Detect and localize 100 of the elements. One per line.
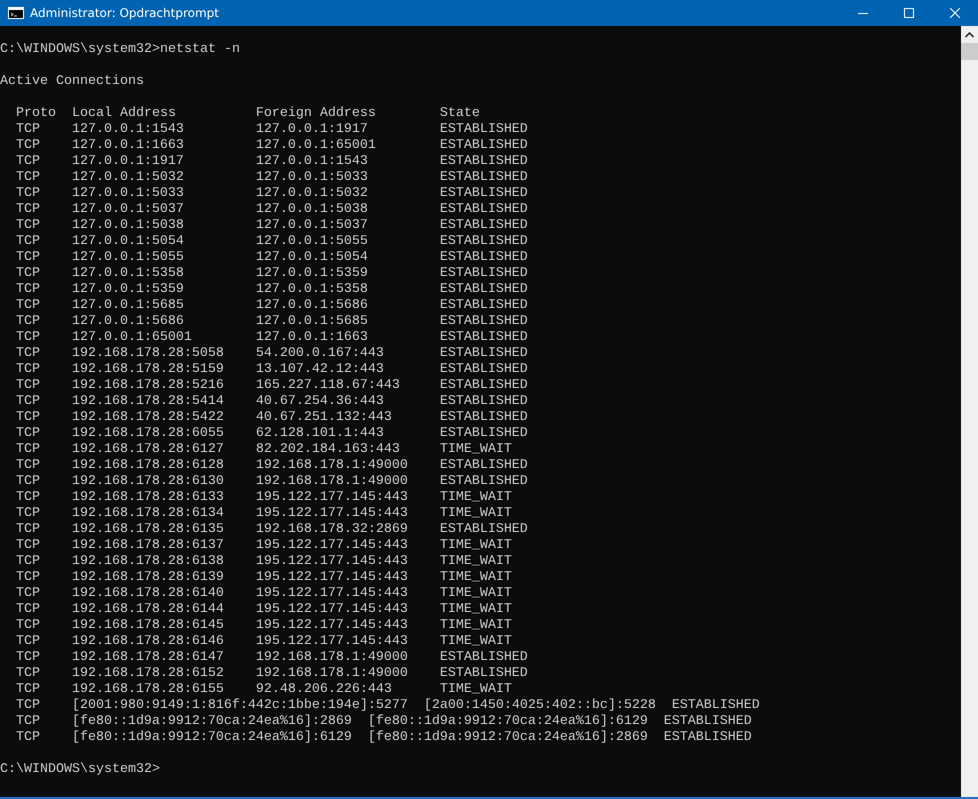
section-heading: Active Connections [0,74,144,90]
table-cell: ESTABLISHED [440,362,528,378]
table-cell-text: TCP [16,490,41,506]
table-cell-text: 192.168.178.28:6140 [72,586,225,602]
table-cell-text: 127.0.0.1:5055 [256,234,369,250]
table-cell-text: 92.48.206.226:443 [256,682,393,698]
table-cell: ESTABLISHED [440,474,528,490]
table-cell-text: 192.168.178.28:6128 [72,458,225,474]
table-cell: ESTABLISHED [672,698,760,714]
table-cell: ESTABLISHED [440,218,528,234]
table-cell-text: TCP [16,618,41,634]
table-cell-text: 127.0.0.1:5033 [72,186,185,202]
column-header: Proto [16,106,56,122]
table-cell-text: 127.0.0.1:5054 [72,234,185,250]
table-cell: ESTABLISHED [440,394,528,410]
table-cell-text: TCP [16,154,41,170]
table-cell-text: 127.0.0.1:1663 [256,330,369,346]
table-cell-text: 192.168.178.28:5058 [72,346,225,362]
table-cell-text: 192.168.178.28:5216 [72,378,225,394]
table-cell: [fe80::1d9a:9912:70ca:24ea%16]:6129 [72,730,352,746]
table-cell-text: 127.0.0.1:5359 [256,266,369,282]
table-cell-text: 127.0.0.1:5038 [72,218,185,234]
table-cell: ESTABLISHED [440,378,528,394]
table-cell-text: 40.67.254.36:443 [256,394,385,410]
table-cell-text: 127.0.0.1:5033 [256,170,369,186]
table-cell-text: 192.168.178.28:6134 [72,506,225,522]
table-cell-text: TCP [16,250,41,266]
table-cell: ESTABLISHED [440,202,528,218]
table-cell-text: 127.0.0.1:5037 [256,218,369,234]
table-cell-text: 192.168.178.28:5414 [72,394,225,410]
table-cell-text: 192.168.178.28:6152 [72,666,225,682]
table-cell-text: 13.107.42.12:443 [256,362,385,378]
table-cell-text: 192.168.178.28:6138 [72,554,225,570]
scrollbar[interactable] [961,26,978,797]
table-cell: TIME_WAIT [440,538,512,554]
table-cell-text: 192.168.178.28:6145 [72,618,225,634]
table-cell-text: 127.0.0.1:5685 [72,298,185,314]
table-cell: ESTABLISHED [440,234,528,250]
table-cell-text: 127.0.0.1:5055 [72,250,185,266]
table-cell-text: 192.168.178.28:6133 [72,490,225,506]
table-cell: ESTABLISHED [440,426,528,442]
window-title: Administrator: Opdrachtprompt [30,6,219,20]
table-cell-text: 127.0.0.1:5054 [256,250,369,266]
table-cell-text: 192.168.178.1:49000 [256,650,409,666]
table-cell-text: TCP [16,202,41,218]
table-cell-text: TCP [16,522,41,538]
table-cell-text: 127.0.0.1:5686 [256,298,369,314]
table-cell: ESTABLISHED [440,266,528,282]
table-cell: ESTABLISHED [440,410,528,426]
table-cell-text: TCP [16,170,41,186]
table-cell-text: 127.0.0.1:5685 [256,314,369,330]
table-cell-text: 192.168.178.28:6155 [72,682,225,698]
table-cell: TIME_WAIT [440,634,512,650]
table-cell-text: 192.168.178.28:5159 [72,362,225,378]
table-cell-text: TCP [16,554,41,570]
table-cell: ESTABLISHED [440,330,528,346]
table-cell: ESTABLISHED [440,298,528,314]
table-cell-text: 192.168.178.28:6146 [72,634,225,650]
table-cell-text: 127.0.0.1:1543 [72,122,185,138]
table-cell-text: TCP [16,218,41,234]
table-cell-text: 195.122.177.145:443 [256,506,409,522]
table-cell-text: 40.67.251.132:443 [256,410,393,426]
table-cell: ESTABLISHED [440,666,528,682]
table-cell-text: 127.0.0.1:65001 [72,330,193,346]
table-cell: [fe80::1d9a:9912:70ca:24ea%16]:2869 [72,714,352,730]
table-cell-text: 192.168.178.1:49000 [256,458,409,474]
table-cell-text: 192.168.178.32:2869 [256,522,409,538]
table-cell-text: TCP [16,538,41,554]
table-cell-text: TCP [16,570,41,586]
table-cell: TIME_WAIT [440,682,512,698]
table-cell: ESTABLISHED [440,282,528,298]
table-cell-text: TCP [16,266,41,282]
table-cell-text: TCP [16,282,41,298]
table-cell-text: 127.0.0.1:5032 [256,186,369,202]
table-cell-text: TCP [16,682,41,698]
table-cell-text: TCP [16,122,41,138]
table-cell-text: TCP [16,378,41,394]
table-cell-text: 127.0.0.1:5032 [72,170,185,186]
table-cell-text: TCP [16,442,41,458]
table-cell-text: TCP [16,362,41,378]
table-cell-text: 195.122.177.145:443 [256,490,409,506]
table-cell-text: TCP [16,410,41,426]
scroll-up-icon[interactable] [965,32,974,38]
table-cell-text: TCP [16,634,41,650]
table-cell-text: 127.0.0.1:1543 [256,154,369,170]
table-cell-text: 127.0.0.1:1663 [72,138,185,154]
scroll-thumb[interactable] [961,43,978,60]
column-header: Foreign Address [256,106,377,122]
table-cell: ESTABLISHED [440,250,528,266]
minimize-icon [858,12,868,14]
table-cell-text: 165.227.118.67:443 [256,378,401,394]
table-cell-text: 195.122.177.145:443 [256,634,409,650]
table-cell: TIME_WAIT [440,570,512,586]
table-cell: ESTABLISHED [440,186,528,202]
table-cell-text: 192.168.178.28:6135 [72,522,225,538]
table-cell-text: TCP [16,506,41,522]
table-cell: [2001:980:9149:1:816f:442c:1bbe:194e]:5277 [72,698,408,714]
command-prompt: C:\WINDOWS\system32> [0,762,160,778]
table-cell: [fe80::1d9a:9912:70ca:24ea%16]:6129 [368,714,648,730]
table-cell: ESTABLISHED [440,346,528,362]
